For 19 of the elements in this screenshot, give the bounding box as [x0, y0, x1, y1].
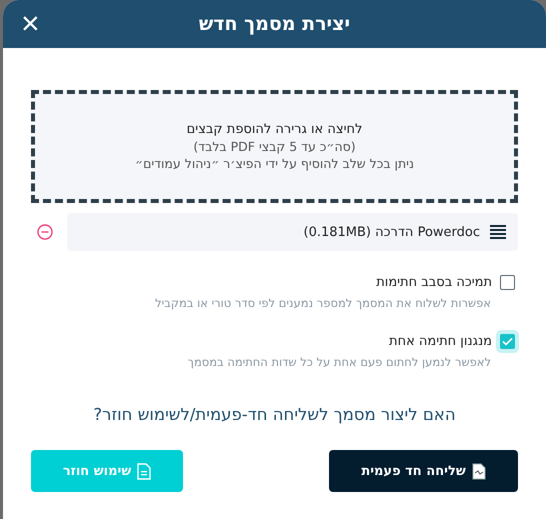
question-text: האם ליצור מסמך לשליחה חד-פעמית/לשימוש חוזר?: [92, 405, 457, 424]
option-label: תמיכה בסבב חתימות: [376, 275, 492, 290]
checkbox[interactable]: [500, 275, 515, 290]
drop-zone-title: לחיצה או גרירה להוספת קבצים: [186, 122, 362, 137]
document-icon: [137, 462, 152, 480]
pdf-file-icon: [472, 462, 486, 480]
file-drop-zone[interactable]: לחיצה או גרירה להוספת קבצים (סה״כ עד 5 קבצי PDF בלבד) ניתן בכל שלב להוסיף על ידי הפיצ׳ר ״ניהול עמודים״: [31, 90, 518, 203]
drop-zone-hint: (סה״כ עד 5 קבצי PDF בלבד): [193, 139, 356, 154]
option-label: מנגנון חתימה אחת: [389, 334, 492, 349]
file-item[interactable]: Powerdoc הדרכה (0.181MB): [67, 213, 518, 251]
option-description: לאפשר לנמען לחתום פעם אחת על כל שדות החתימה במסמך: [186, 355, 492, 369]
drop-zone-hint: ניתן בכל שלב להוסיף על ידי הפיצ׳ר ״ניהול עמודים״: [135, 156, 414, 171]
dialog-title: יצירת מסמך חדש: [198, 13, 350, 35]
remove-icon[interactable]: [37, 224, 53, 240]
option-description: אפשרות לשלוח את המסמך למספר נמענים לפי סדר טורי או במקביל: [154, 296, 492, 310]
action-button[interactable]: שליחה חד פעמית: [329, 450, 518, 492]
file-name: Powerdoc הדרכה (0.181MB): [303, 224, 480, 240]
close-button[interactable]: ×: [17, 6, 44, 40]
drag-handle-icon[interactable]: [490, 225, 506, 239]
